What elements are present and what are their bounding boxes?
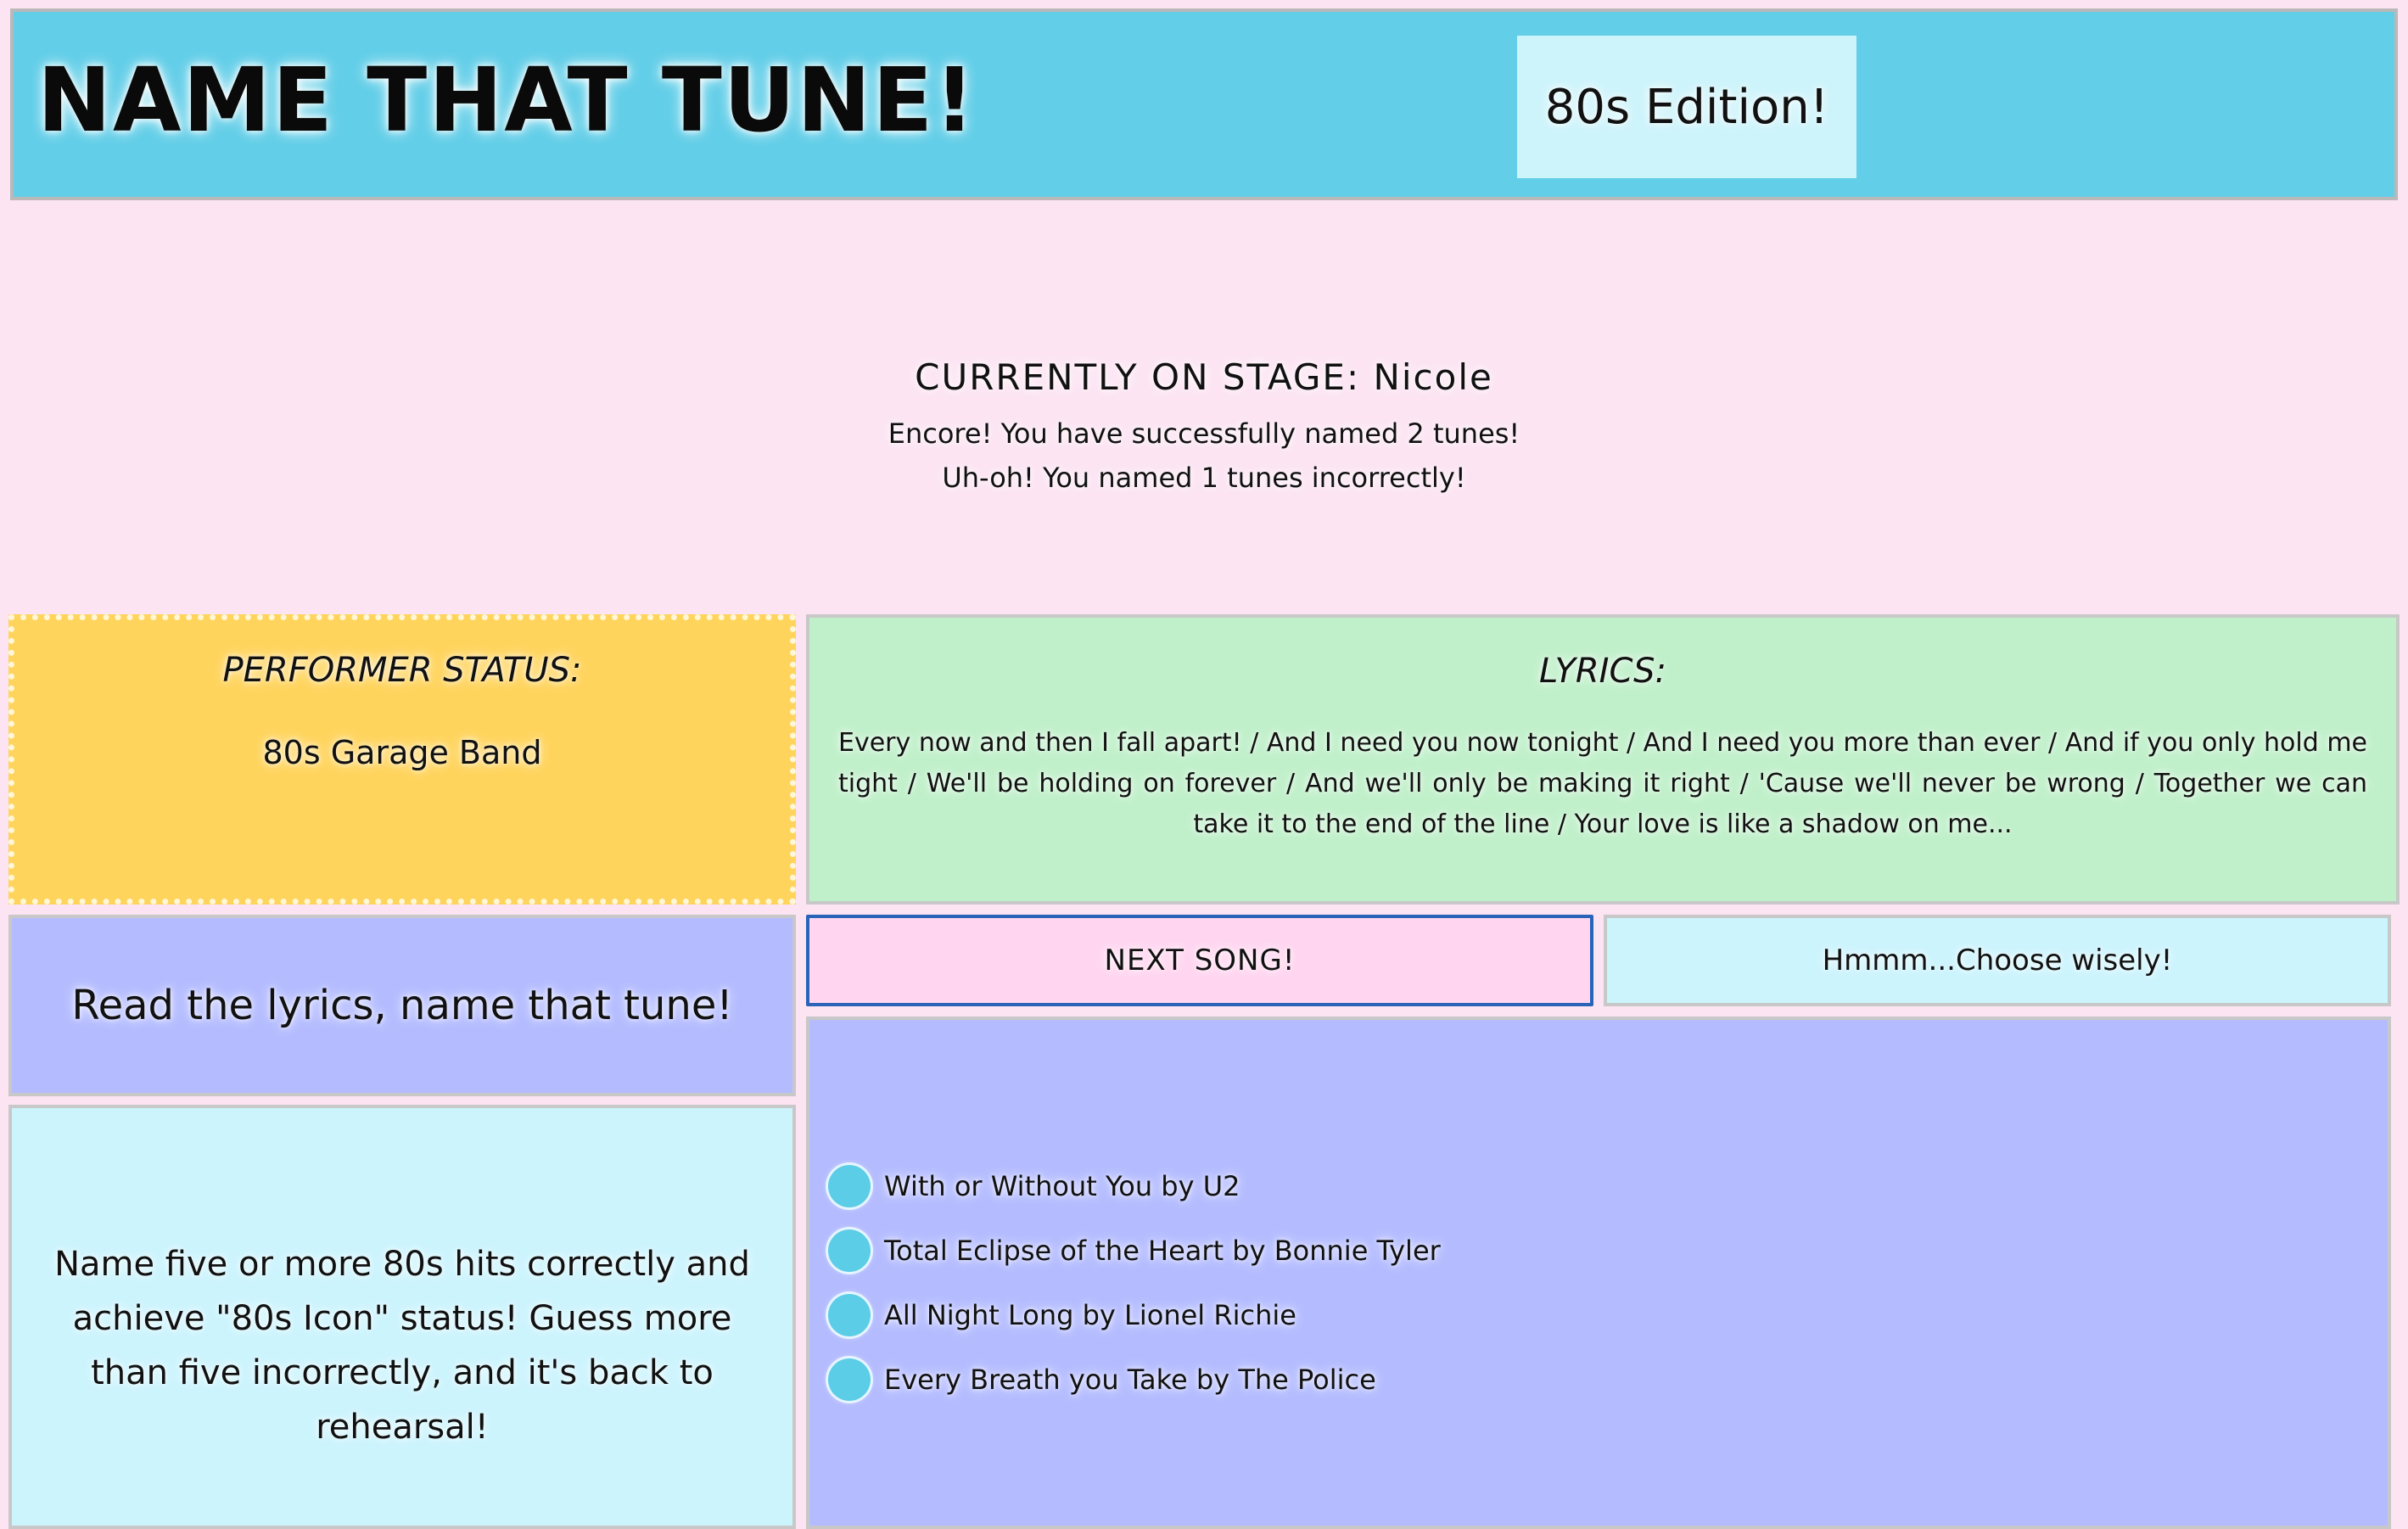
choose-wisely-button[interactable]: Hmmm...Choose wisely!: [1604, 915, 2391, 1006]
answer-option-label: Total Eclipse of the Heart by Bonnie Tyl…: [884, 1235, 1441, 1267]
lyrics-label: LYRICS:: [1538, 652, 1667, 691]
instruction-panel: Read the lyrics, name that tune!: [8, 915, 796, 1096]
answer-options-panel: With or Without You by U2 Total Eclipse …: [806, 1017, 2391, 1529]
answer-option[interactable]: With or Without You by U2: [828, 1154, 1441, 1218]
instruction-text: Read the lyrics, name that tune!: [71, 982, 733, 1029]
header-banner: NAME THAT TUNE! 80s Edition!: [10, 8, 2398, 200]
stage-status: CURRENTLY ON STAGE: Nicole Encore! You h…: [0, 356, 2408, 500]
radio-button[interactable]: [828, 1229, 871, 1272]
correct-count-text: Encore! You have successfully named 2 tu…: [888, 417, 1520, 450]
choose-wisely-label: Hmmm...Choose wisely!: [1822, 944, 2173, 977]
stage-heading: CURRENTLY ON STAGE: Nicole: [915, 356, 1493, 398]
incorrect-count-text: Uh-oh! You named 1 tunes incorrectly!: [942, 462, 1466, 494]
answer-option[interactable]: Total Eclipse of the Heart by Bonnie Tyl…: [828, 1218, 1441, 1283]
lyrics-text: Every now and then I fall apart! / And I…: [838, 728, 2367, 839]
radio-button[interactable]: [828, 1294, 871, 1336]
performer-status-value: 80s Garage Band: [262, 734, 542, 771]
performer-status-label: PERFORMER STATUS:: [222, 651, 582, 690]
performer-status-panel: PERFORMER STATUS: 80s Garage Band: [8, 614, 796, 905]
rules-panel: Name five or more 80s hits correctly and…: [8, 1105, 796, 1529]
radio-button[interactable]: [828, 1165, 871, 1207]
edition-badge: 80s Edition!: [1517, 36, 1856, 178]
answer-option[interactable]: Every Breath you Take by The Police: [828, 1347, 1441, 1412]
answer-option-label: With or Without You by U2: [884, 1170, 1240, 1202]
answer-option[interactable]: All Night Long by Lionel Richie: [828, 1283, 1441, 1347]
answer-option-label: Every Breath you Take by The Police: [884, 1364, 1376, 1396]
rules-text: Name five or more 80s hits correctly and…: [54, 1245, 750, 1447]
lyrics-panel: LYRICS: Every now and then I fall apart!…: [806, 614, 2400, 905]
page-title: NAME THAT TUNE!: [37, 48, 977, 152]
answer-options-list: With or Without You by U2 Total Eclipse …: [828, 1154, 1441, 1412]
next-song-button[interactable]: NEXT SONG!: [806, 915, 1593, 1006]
next-song-label: NEXT SONG!: [1104, 944, 1296, 977]
radio-button[interactable]: [828, 1358, 871, 1401]
answer-option-label: All Night Long by Lionel Richie: [884, 1299, 1296, 1331]
